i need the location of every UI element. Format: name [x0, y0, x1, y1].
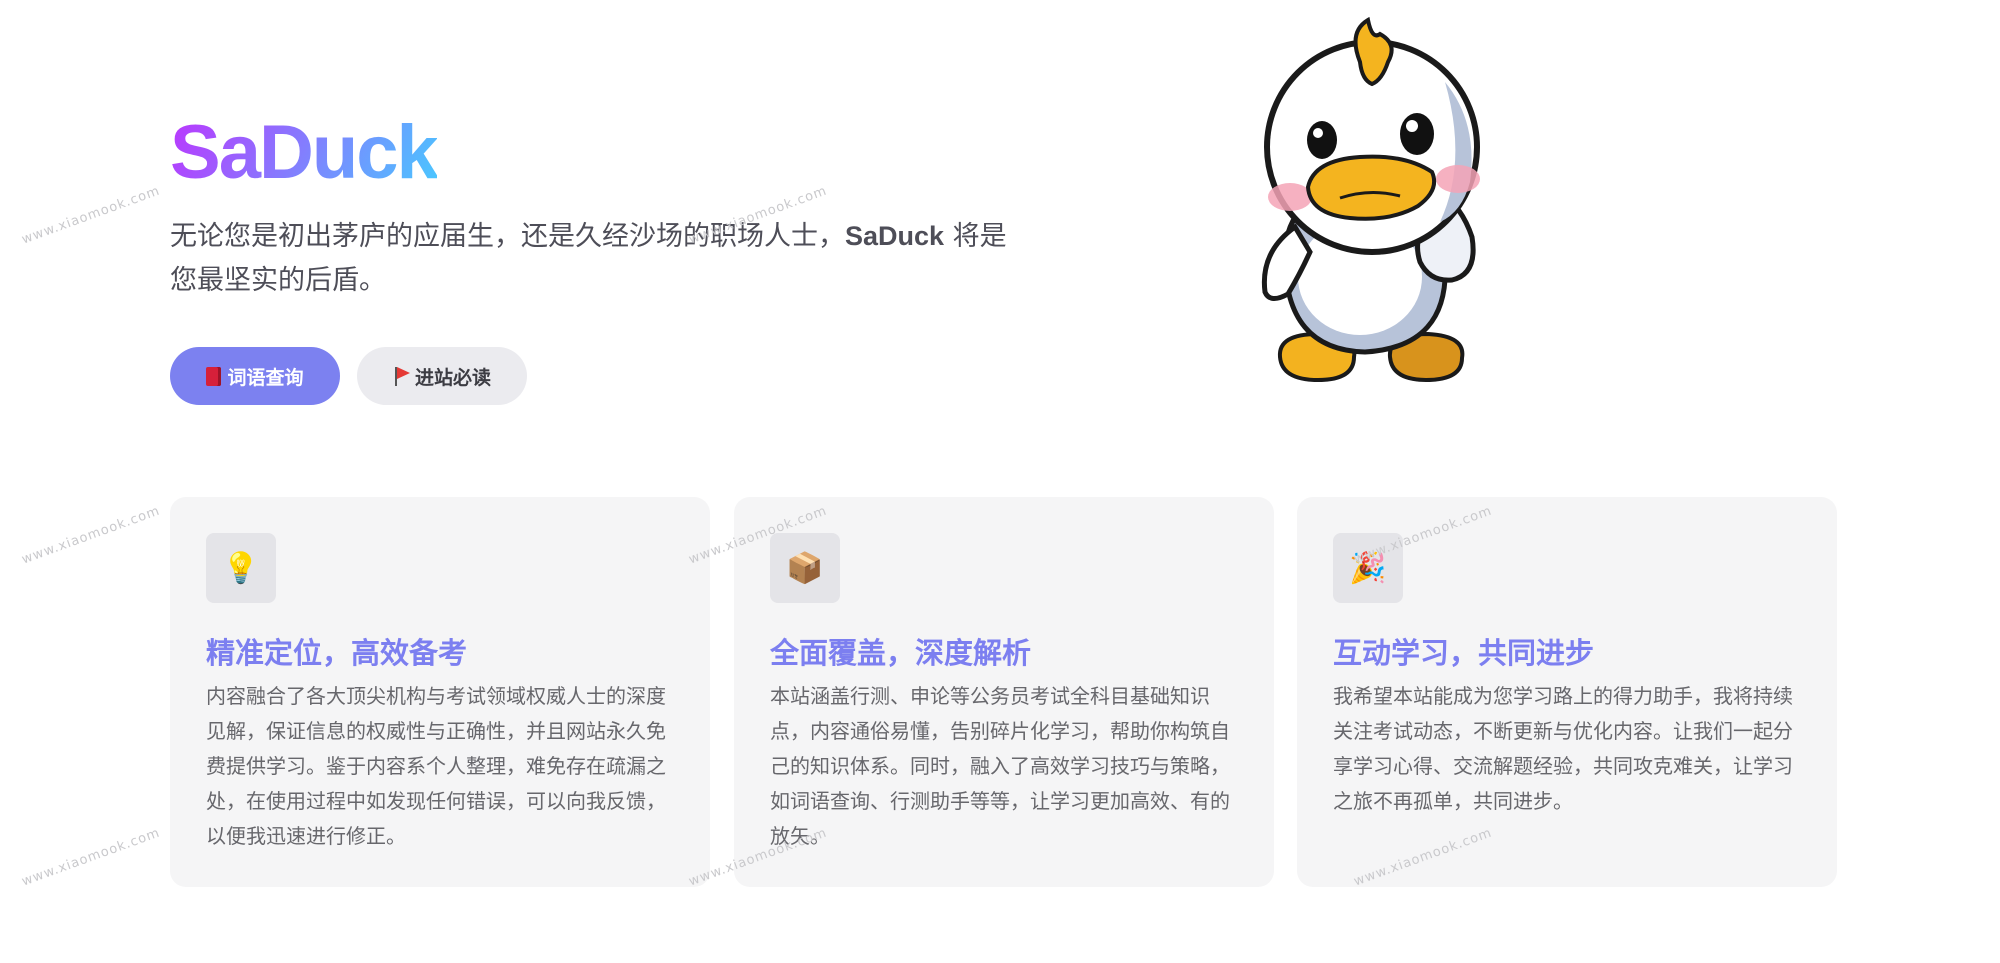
must-read-button[interactable]: 进站必读	[357, 347, 527, 405]
feature-title: 全面覆盖，深度解析	[770, 636, 1032, 670]
duck-mascot-image	[1261, 16, 1480, 383]
lightbulb-icon: 💡	[206, 533, 276, 603]
book-icon	[206, 366, 222, 386]
feature-title: 精准定位，高效备考	[206, 636, 468, 670]
feature-details: 本站涵盖行测、申论等公务员考试全科目基础知识点，内容通俗易懂，告别碎片化学习，帮…	[770, 684, 1230, 848]
hero-title: SaDuck	[170, 108, 439, 198]
feature-card-precise: 💡 精准定位，高效备考 内容融合了各大顶尖机构与考试领域权威人士的深度见解，保证…	[170, 497, 710, 887]
feature-title: 互动学习，共同进步	[1333, 636, 1595, 670]
word-lookup-label: 词语查询	[227, 366, 304, 389]
tagline-brand: SaDuck	[845, 221, 945, 251]
feature-details: 我希望本站能成为您学习路上的得力助手，我将持续关注考试动态，不断更新与优化内容。…	[1333, 684, 1793, 813]
package-icon: 📦	[770, 533, 840, 603]
watermark: www.xiaomook.com	[19, 183, 163, 248]
feature-details: 内容融合了各大顶尖机构与考试领域权威人士的深度见解，保证信息的权威性与正确性，并…	[206, 684, 666, 848]
word-lookup-button[interactable]: 词语查询	[170, 347, 340, 405]
hero-tagline: 无论您是初出茅庐的应届生，还是久经沙场的职场人士，SaDuck 将是您最坚实的后…	[170, 214, 1010, 303]
flag-icon	[393, 365, 411, 387]
watermark: www.xiaomook.com	[19, 825, 163, 890]
duck-beak	[1305, 154, 1437, 221]
must-read-label: 进站必读	[414, 366, 491, 389]
watermark: www.xiaomook.com	[19, 503, 163, 568]
